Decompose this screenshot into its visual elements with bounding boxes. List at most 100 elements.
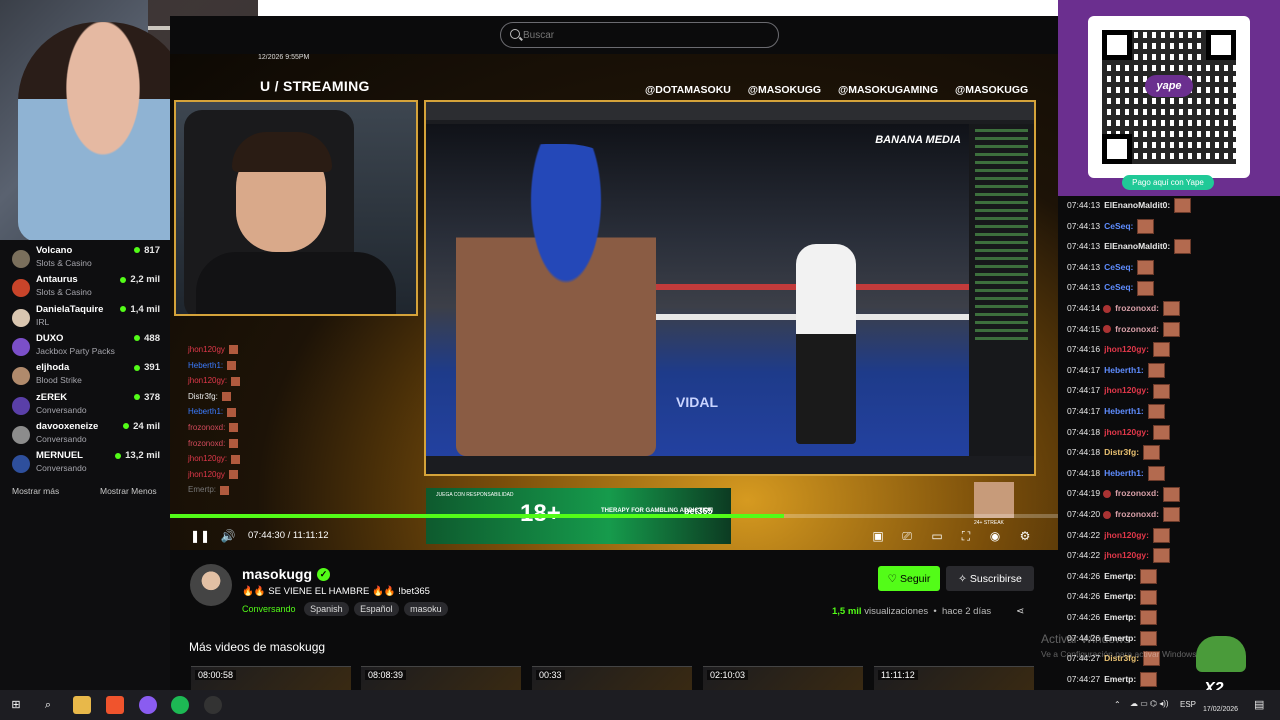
sidebar-channel-name: MERNUEL bbox=[36, 450, 83, 462]
subscribe-button[interactable]: ✧ Suscribirse bbox=[946, 566, 1034, 591]
sidebar-channel[interactable]: eljhoda Blood Strike 391 bbox=[8, 362, 164, 390]
chat-username[interactable]: Heberth1: bbox=[1104, 406, 1144, 416]
chat-message[interactable]: 07:44:18 jhon120gy: bbox=[1067, 423, 1170, 441]
share-icon[interactable]: ⋖ bbox=[1016, 606, 1024, 617]
sidebar-channel[interactable]: davooxeneize Conversando 24 mil bbox=[8, 421, 164, 449]
emote-icon bbox=[229, 438, 239, 448]
show-less-link[interactable]: Mostrar Menos bbox=[100, 486, 157, 496]
chat-username[interactable]: frozonoxd: bbox=[1115, 324, 1159, 334]
chat-message[interactable]: 07:44:22 jhon120gy: bbox=[1067, 526, 1170, 544]
spotify-icon[interactable] bbox=[171, 696, 189, 714]
chat-username[interactable]: jhon120gy: bbox=[1104, 385, 1149, 395]
chat-message[interactable]: 07:44:15 frozonoxd: bbox=[1067, 320, 1181, 338]
viewer-number: 2,2 mil bbox=[130, 274, 160, 286]
chat-username[interactable]: CeSeq: bbox=[1104, 262, 1133, 272]
sidebar-channel[interactable]: DanielaTaquire IRL 1,4 mil bbox=[8, 304, 164, 332]
theater-mode-icon[interactable]: ▭ bbox=[929, 528, 945, 544]
chat-message[interactable]: 07:44:17 Heberth1: bbox=[1067, 402, 1165, 420]
search-icon[interactable]: ⌕ bbox=[39, 696, 57, 714]
language-indicator[interactable]: ESP bbox=[1180, 700, 1196, 709]
windows-start-icon[interactable]: ⊞ bbox=[7, 696, 25, 714]
emote-icon bbox=[1152, 383, 1170, 399]
chat-username[interactable]: frozonoxd: bbox=[1115, 509, 1159, 519]
chat-username[interactable]: Emertp: bbox=[1104, 674, 1136, 684]
messenger-icon[interactable] bbox=[139, 696, 157, 714]
chat-message[interactable]: 07:44:13 CeSeq: bbox=[1067, 278, 1155, 296]
sidebar-channel[interactable]: zEREK Conversando 378 bbox=[8, 392, 164, 420]
search-box[interactable] bbox=[500, 22, 779, 48]
clip-icon[interactable]: ⎚ bbox=[899, 528, 915, 544]
volume-icon[interactable]: 🔊 bbox=[220, 528, 236, 544]
settings-gear-icon[interactable]: ⚙ bbox=[1017, 528, 1033, 544]
chat-username[interactable]: ElEnanoMaldit0: bbox=[1104, 200, 1170, 210]
file-explorer-icon[interactable] bbox=[73, 696, 91, 714]
follow-button[interactable]: ♡ Seguir bbox=[878, 566, 940, 591]
chat-message[interactable]: 07:44:26 Emertp: bbox=[1067, 587, 1158, 605]
chat-username[interactable]: jhon120gy: bbox=[1104, 427, 1149, 437]
progress-bar[interactable] bbox=[170, 514, 1058, 518]
chat-username[interactable]: Heberth1: bbox=[1104, 468, 1144, 478]
chat-message[interactable]: 07:44:17 Heberth1: bbox=[1067, 361, 1165, 379]
chat-message[interactable]: 07:44:27Emertp: bbox=[1067, 670, 1158, 688]
show-more-link[interactable]: Mostrar más bbox=[12, 486, 59, 496]
chat-message[interactable]: 07:44:13 ElEnanoMaldit0: bbox=[1067, 237, 1192, 255]
video-stats: 1,5 mil visualizaciones • hace 2 días bbox=[832, 606, 992, 617]
chat-username[interactable]: Emertp: bbox=[1104, 571, 1136, 581]
playback-speed-icon[interactable]: ◉ bbox=[987, 528, 1003, 544]
chat-username[interactable]: Emertp: bbox=[1104, 612, 1136, 622]
chat-message[interactable]: 07:44:22 jhon120gy: bbox=[1067, 546, 1170, 564]
obs-icon[interactable] bbox=[204, 696, 222, 714]
chat-message[interactable]: 07:44:13 CeSeq: bbox=[1067, 217, 1155, 235]
taskbar-date[interactable]: 17/02/2026 bbox=[1203, 706, 1238, 713]
notification-icon[interactable]: ▤ bbox=[1254, 698, 1264, 711]
miniplayer-icon[interactable]: ▣ bbox=[870, 528, 886, 544]
overlay-chat-user: frozonoxd: bbox=[188, 422, 226, 432]
sidebar-channel[interactable]: Antaurus Slots & Casino 2,2 mil bbox=[8, 274, 164, 302]
chat-message[interactable]: 07:44:18 Distr3fg: bbox=[1067, 443, 1161, 461]
chat-username[interactable]: ElEnanoMaldit0: bbox=[1104, 241, 1170, 251]
chat-message[interactable]: 07:44:19 frozonoxd: bbox=[1067, 484, 1181, 502]
chat-message[interactable]: 07:44:26 Emertp: bbox=[1067, 567, 1158, 585]
video-player[interactable]: 12/2026 9:55PM U / STREAMING @DOTAMASOKU… bbox=[170, 54, 1058, 550]
chat-timestamp: 07:44:18 bbox=[1067, 467, 1101, 478]
channel-avatar[interactable] bbox=[190, 564, 232, 606]
sidebar-channel[interactable]: MERNUEL Conversando 13,2 mil bbox=[8, 450, 164, 478]
chat-username[interactable]: CeSeq: bbox=[1104, 221, 1133, 231]
chat-message[interactable]: 07:44:18 Heberth1: bbox=[1067, 464, 1165, 482]
chat-username[interactable]: jhon120gy: bbox=[1104, 550, 1149, 560]
brave-browser-icon[interactable] bbox=[106, 696, 124, 714]
sidebar-channel[interactable]: DUXO Jackbox Party Packs 488 bbox=[8, 333, 164, 361]
tag-spanish[interactable]: Spanish bbox=[304, 602, 349, 616]
chat-username[interactable]: CeSeq: bbox=[1104, 282, 1133, 292]
sidebar-channel[interactable]: Volcano Slots & Casino 817 bbox=[8, 245, 164, 273]
overlay-socials: @DOTAMASOKU @MASOKUGG @MASOKUGAMING @MAS… bbox=[645, 84, 1042, 96]
chat-timestamp: 07:44:13 bbox=[1067, 220, 1101, 231]
tag-espanol[interactable]: Español bbox=[354, 602, 399, 616]
windows-activation-subtitle: Ve a Configuración para activar Windows. bbox=[1041, 649, 1199, 659]
chat-message[interactable]: 07:44:14 frozonoxd: bbox=[1067, 299, 1181, 317]
tray-icons[interactable]: ☁ ▭ ⌬ ◂)) bbox=[1130, 699, 1169, 708]
chat-username[interactable]: Distr3fg: bbox=[1104, 447, 1139, 457]
category-link[interactable]: Conversando bbox=[242, 604, 296, 614]
chat-message[interactable]: 07:44:17 jhon120gy: bbox=[1067, 381, 1170, 399]
chat-message[interactable]: 07:44:26 Emertp: bbox=[1067, 608, 1158, 626]
chat-message[interactable]: 07:44:20 frozonoxd: bbox=[1067, 505, 1181, 523]
pause-icon[interactable]: ❚❚ bbox=[190, 528, 210, 544]
streamer-webcam bbox=[174, 100, 418, 316]
fullscreen-icon[interactable]: ⛶ bbox=[958, 528, 974, 544]
chat-username[interactable]: jhon120gy: bbox=[1104, 530, 1149, 540]
chat-username[interactable]: Emertp: bbox=[1104, 591, 1136, 601]
chat-message[interactable]: 07:44:13 ElEnanoMaldit0: bbox=[1067, 196, 1192, 214]
chat-username[interactable]: Heberth1: bbox=[1104, 365, 1144, 375]
tag-masoku[interactable]: masoku bbox=[404, 602, 448, 616]
chat-username[interactable]: frozonoxd: bbox=[1115, 303, 1159, 313]
chat-message[interactable]: 07:44:16 jhon120gy: bbox=[1067, 340, 1170, 358]
chat-username[interactable]: frozonoxd: bbox=[1115, 488, 1159, 498]
channel-name[interactable]: masokugg bbox=[242, 566, 312, 582]
chat-username[interactable]: jhon120gy: bbox=[1104, 344, 1149, 354]
search-icon bbox=[510, 29, 520, 39]
search-input[interactable] bbox=[523, 26, 763, 44]
chat-message[interactable]: 07:44:13 CeSeq: bbox=[1067, 258, 1155, 276]
tray-chevron-icon[interactable]: ⌃ bbox=[1114, 700, 1121, 709]
sidebar-channel-category: Slots & Casino bbox=[36, 287, 92, 298]
